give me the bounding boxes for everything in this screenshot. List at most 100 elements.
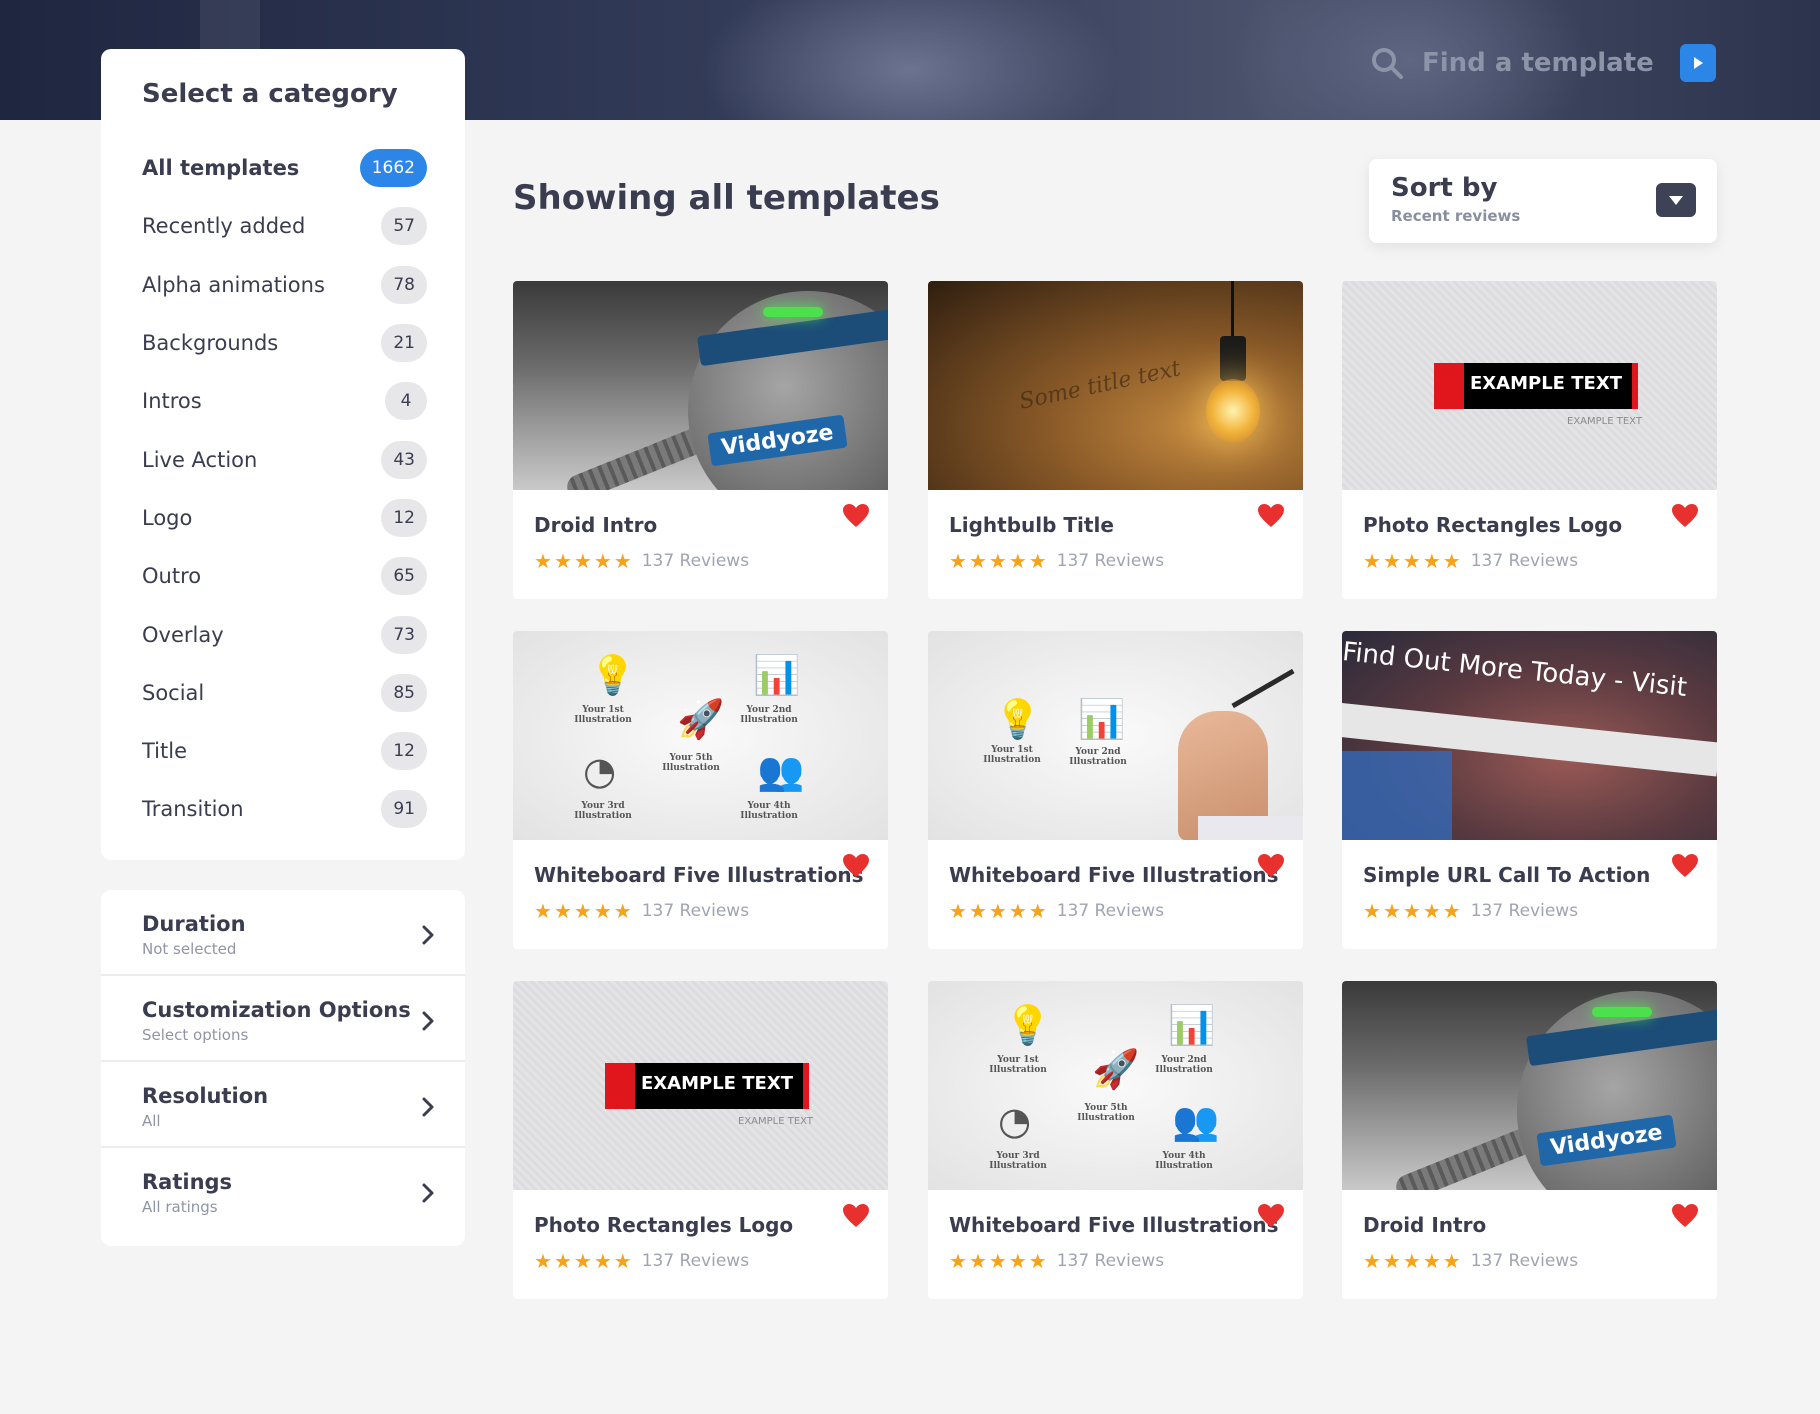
star-icon: ★	[573, 1249, 592, 1273]
category-item[interactable]: Logo 12	[142, 489, 465, 547]
category-item[interactable]: Live Action 43	[142, 430, 465, 488]
illustration-caption: Your 1st Illustration	[989, 1055, 1047, 1075]
star-icon: ★	[1028, 549, 1047, 573]
category-count-badge: 1662	[359, 149, 427, 188]
category-item[interactable]: Backgrounds 21	[142, 314, 465, 372]
favorite-button[interactable]	[1257, 1203, 1285, 1232]
category-count-badge: 12	[381, 498, 427, 537]
category-item[interactable]: Title 12	[142, 722, 465, 780]
illustration-caption: Your 1st Illustration	[983, 745, 1041, 765]
favorite-button[interactable]	[842, 1203, 870, 1232]
template-card[interactable]: 💡 📊 Your 1st Illustration Your 2nd Illust…	[928, 631, 1303, 949]
star-icon: ★	[1422, 899, 1441, 923]
template-thumbnail[interactable]: 💡 📊 Your 1st Illustration Your 2nd Illust…	[928, 631, 1303, 840]
review-count: 137 Reviews	[1470, 901, 1579, 921]
search-submit-button[interactable]	[1680, 44, 1716, 82]
pie-chart-sketch-icon: ◔	[583, 749, 617, 793]
heart-icon	[1672, 1204, 1698, 1227]
template-card[interactable]: 💡 📊 🚀 ◔ 👥 Your 1st Illustration Your 2nd …	[513, 631, 888, 949]
category-count-badge: 4	[385, 382, 427, 421]
category-label: Outro	[142, 564, 202, 589]
template-thumbnail[interactable]: 💡 📊 🚀 ◔ 👥 Your 1st Illustration Your 2nd …	[928, 981, 1303, 1190]
template-thumbnail[interactable]: Find Out More Today - Visit	[1342, 631, 1717, 840]
favorite-button[interactable]	[842, 853, 870, 882]
template-card[interactable]: 💡 📊 🚀 ◔ 👥 Your 1st Illustration Your 2nd …	[928, 981, 1303, 1299]
search-input[interactable]	[1422, 48, 1662, 78]
favorite-button[interactable]	[1257, 503, 1285, 532]
favorite-button[interactable]	[1671, 853, 1699, 882]
template-card[interactable]: EXAMPLE TEXT EXAMPLE TEXT Photo Rectangle…	[513, 981, 888, 1299]
illustration-caption: Your 1st Illustration	[574, 705, 632, 725]
filter-item[interactable]: Ratings All ratings	[101, 1148, 465, 1234]
template-thumbnail[interactable]: EXAMPLE TEXT EXAMPLE TEXT	[513, 981, 888, 1190]
illustration-caption: Your 2nd Illustration	[1155, 1055, 1213, 1075]
template-title[interactable]: Droid Intro	[1363, 1213, 1486, 1237]
hero-decoration	[700, 0, 1120, 120]
template-thumbnail[interactable]: EXAMPLE TEXT EXAMPLE TEXT	[1342, 281, 1717, 490]
template-title[interactable]: Droid Intro	[534, 513, 657, 537]
favorite-button[interactable]	[1257, 853, 1285, 882]
star-icon: ★	[613, 1249, 632, 1273]
template-thumbnail[interactable]: Viddyoze	[1342, 981, 1717, 1190]
star-icon: ★	[593, 1249, 612, 1273]
template-title[interactable]: Simple URL Call To Action	[1363, 863, 1650, 887]
illustration-caption: Your 5th Illustration	[662, 753, 720, 773]
lightbulb-sketch-icon: 💡	[994, 697, 1042, 741]
template-thumbnail[interactable]: Viddyoze	[513, 281, 888, 490]
chevron-right-icon	[422, 1011, 434, 1031]
heart-icon	[1258, 854, 1284, 877]
template-card[interactable]: Viddyoze Droid Intro ★ ★ ★ ★ ★ 137 Reviews	[1342, 981, 1717, 1299]
template-title[interactable]: Photo Rectangles Logo	[1363, 513, 1622, 537]
category-item[interactable]: Outro 65	[142, 547, 465, 605]
star-icon: ★	[1402, 549, 1421, 573]
template-title[interactable]: Photo Rectangles Logo	[534, 1213, 793, 1237]
star-icon: ★	[1422, 549, 1441, 573]
template-thumbnail[interactable]: 💡 📊 🚀 ◔ 👥 Your 1st Illustration Your 2nd …	[513, 631, 888, 840]
star-icon: ★	[593, 899, 612, 923]
sort-toggle-button[interactable]	[1656, 183, 1696, 217]
people-sketch-icon: 👥	[757, 749, 805, 793]
template-card[interactable]: Viddyoze Droid Intro ★ ★ ★ ★ ★ 137 Reviews	[513, 281, 888, 599]
template-card[interactable]: Some title text Lightbulb Title ★ ★ ★ ★ ★ 137 …	[928, 281, 1303, 599]
star-icon: ★	[1382, 1249, 1401, 1273]
template-title[interactable]: Lightbulb Title	[949, 513, 1114, 537]
template-title[interactable]: Whiteboard Five Illustrations	[949, 863, 1279, 887]
filter-item[interactable]: Resolution All	[101, 1062, 465, 1148]
category-item[interactable]: Recently added 57	[142, 197, 465, 255]
favorite-button[interactable]	[1671, 1203, 1699, 1232]
category-item[interactable]: Social 85	[142, 664, 465, 722]
template-card[interactable]: EXAMPLE TEXT EXAMPLE TEXT Photo Rectangle…	[1342, 281, 1717, 599]
template-card[interactable]: Find Out More Today - Visit Simple URL Ca…	[1342, 631, 1717, 949]
favorite-button[interactable]	[1671, 503, 1699, 532]
star-rating: ★ ★ ★ ★ ★ 137 Reviews	[949, 899, 1164, 923]
review-count: 137 Reviews	[1470, 551, 1579, 571]
template-title[interactable]: Whiteboard Five Illustrations	[949, 1213, 1279, 1237]
template-title[interactable]: Whiteboard Five Illustrations	[534, 863, 864, 887]
category-count-badge: 78	[381, 265, 427, 304]
filter-item[interactable]: Customization Options Select options	[101, 976, 465, 1062]
review-count: 137 Reviews	[1470, 1251, 1579, 1271]
category-item[interactable]: Transition 91	[142, 780, 465, 838]
sort-dropdown[interactable]: Sort by Recent reviews	[1369, 159, 1717, 243]
category-item[interactable]: Overlay 73	[142, 605, 465, 663]
category-item[interactable]: All templates 1662	[142, 139, 465, 197]
review-count: 137 Reviews	[1056, 901, 1165, 921]
category-label: Logo	[142, 505, 193, 530]
illustration-caption: Your 4th Illustration	[740, 801, 798, 821]
thumbnail-subtext: EXAMPLE TEXT	[738, 1116, 813, 1127]
star-icon: ★	[949, 899, 967, 923]
thumbnail-subtext: EXAMPLE TEXT	[1567, 416, 1642, 427]
filter-item[interactable]: Duration Not selected	[101, 890, 465, 976]
illustration-caption: Your 2nd Illustration	[740, 705, 798, 725]
star-icon: ★	[968, 1249, 987, 1273]
filter-title: Customization Options	[142, 998, 411, 1022]
favorite-button[interactable]	[842, 503, 870, 532]
template-thumbnail[interactable]: Some title text	[928, 281, 1303, 490]
star-icon: ★	[1402, 899, 1421, 923]
filter-panel: Duration Not selected Customization Opti…	[101, 890, 465, 1246]
category-item[interactable]: Alpha animations 78	[142, 256, 465, 314]
category-label: Backgrounds	[142, 331, 279, 356]
thumbnail-text: EXAMPLE TEXT	[1470, 373, 1622, 394]
category-item[interactable]: Intros 4	[142, 372, 465, 430]
category-label: Social	[142, 680, 205, 705]
